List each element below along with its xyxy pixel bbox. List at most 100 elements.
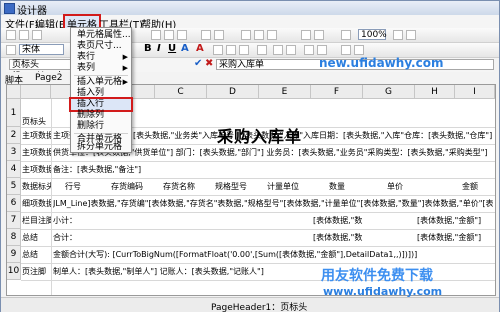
- header-price[interactable]: 单价: [387, 181, 403, 192]
- row-type-label: 数据标头: [22, 182, 51, 191]
- align-right-icon[interactable]: [267, 30, 277, 40]
- grid-line: [21, 212, 495, 213]
- align-right-text-icon[interactable]: [239, 45, 249, 55]
- cut-icon[interactable]: [151, 30, 161, 40]
- menu-item-label: 删除行: [77, 121, 105, 131]
- bold-icon[interactable]: B: [144, 43, 152, 54]
- row-type-label: 细项数据: [22, 199, 51, 208]
- merge-icon[interactable]: [304, 45, 314, 55]
- menu-item-label: 插入行: [77, 99, 105, 109]
- designer-window: 设计器 文件(F) 编辑(E) 单元格 工具栏(T) 帮助(H) 100% 宋体…: [0, 0, 500, 313]
- cell-row9[interactable]: 金额合计(大写): [CurrToBigNum([FormatFloat('0.…: [53, 249, 493, 260]
- border-icon[interactable]: [314, 30, 324, 40]
- save-icon[interactable]: [32, 30, 42, 40]
- row-header-2[interactable]: 2: [7, 127, 21, 144]
- header-item-name[interactable]: 存货名称: [163, 181, 195, 192]
- table-icon[interactable]: [341, 45, 351, 55]
- column-header-e[interactable]: E: [259, 85, 311, 99]
- open-icon[interactable]: [19, 30, 29, 40]
- header-amount[interactable]: 金额: [462, 181, 478, 192]
- column-header-f[interactable]: F: [311, 85, 363, 99]
- header-item-code[interactable]: 存货编码: [111, 181, 143, 192]
- menu-item-table-row[interactable]: 表行 ▶: [71, 52, 131, 63]
- menu-item-split-cells[interactable]: 拆分单元格: [71, 143, 131, 152]
- menu-item-label: 删除列: [77, 110, 105, 120]
- menu-item-delete-column[interactable]: 删除列: [71, 110, 131, 121]
- row-header-10[interactable]: 10: [7, 263, 21, 280]
- pen-icon[interactable]: [257, 45, 267, 55]
- total-label[interactable]: 合计：: [53, 232, 77, 243]
- total-amount[interactable]: [表体数据,"金额"]: [417, 232, 495, 243]
- column-header-i[interactable]: I: [455, 85, 495, 99]
- chart-icon[interactable]: [341, 30, 351, 40]
- font-select[interactable]: 宋体: [19, 44, 64, 55]
- menu-item-label: 单元格属性...: [77, 30, 131, 40]
- undo-icon[interactable]: [201, 30, 211, 40]
- submenu-arrow-icon: ▶: [122, 53, 128, 61]
- copy-icon[interactable]: [164, 30, 174, 40]
- row-header-9[interactable]: 9: [7, 246, 21, 263]
- align-center-text-icon[interactable]: [226, 45, 236, 55]
- row-header-5[interactable]: 5: [7, 178, 21, 195]
- column-header-h[interactable]: H: [415, 85, 455, 99]
- subtotal-qty[interactable]: [表体数据,"数: [313, 215, 363, 226]
- zoom-select[interactable]: 100%: [358, 29, 387, 40]
- print-icon[interactable]: [406, 30, 416, 40]
- grid-line: [21, 195, 495, 196]
- header-qty[interactable]: 数量: [329, 181, 345, 192]
- column-header-d[interactable]: D: [207, 85, 259, 99]
- column-header-g[interactable]: G: [363, 85, 415, 99]
- paste-icon[interactable]: [177, 30, 187, 40]
- border-style-icon[interactable]: [273, 45, 283, 55]
- subtotal-amount[interactable]: [表体数据,"金额"]: [417, 215, 495, 226]
- menu-item-insert-row[interactable]: 插入行: [69, 97, 133, 112]
- split-icon[interactable]: [317, 45, 327, 55]
- formula-icon[interactable]: [354, 45, 364, 55]
- new-icon[interactable]: [6, 30, 16, 40]
- font-color-icon[interactable]: A: [181, 43, 189, 54]
- menu-item-label: 插入列: [77, 88, 105, 98]
- menu-item-cell-properties[interactable]: 单元格属性...: [71, 30, 131, 41]
- row-header-8[interactable]: 8: [7, 229, 21, 246]
- cell-row6[interactable]: JLM_Line]表数据,"存货编"[表体数据,"存货名"表数据,"规格型号"[…: [53, 198, 493, 209]
- line-icon[interactable]: [286, 45, 296, 55]
- header-unit[interactable]: 计量单位: [267, 181, 299, 192]
- menu-item-delete-row[interactable]: 删除行: [71, 121, 131, 132]
- row-header-7[interactable]: 7: [7, 212, 21, 229]
- menu-item-page-size[interactable]: 表页尺寸...: [71, 41, 131, 52]
- row-type-label: 主项数据: [22, 165, 51, 174]
- preview-icon[interactable]: [393, 30, 403, 40]
- row-type-label: 页注脚: [22, 267, 46, 276]
- menu-item-table-column[interactable]: 表列 ▶: [71, 63, 131, 74]
- redo-icon[interactable]: [214, 30, 224, 40]
- grid-line: [21, 178, 495, 179]
- row-header-3[interactable]: 3: [7, 144, 21, 161]
- grid-icon[interactable]: [301, 30, 311, 40]
- cell-row4[interactable]: 备注：[表头数据,"备注"]: [53, 164, 493, 175]
- align-center-icon[interactable]: [254, 30, 264, 40]
- align-left-text-icon[interactable]: [213, 45, 223, 55]
- header-line-no[interactable]: 行号: [65, 181, 81, 192]
- column-header-c[interactable]: C: [155, 85, 207, 99]
- menu-item-insert-column[interactable]: 插入列: [71, 88, 131, 99]
- align-left-icon[interactable]: [241, 30, 251, 40]
- row-header-1[interactable]: 1: [7, 99, 21, 127]
- cancel-icon[interactable]: ✖: [205, 58, 213, 69]
- row-header-6[interactable]: 6: [7, 195, 21, 212]
- column-header-rowtype[interactable]: [21, 85, 51, 99]
- subtotal-label[interactable]: 小计：: [53, 215, 77, 226]
- select-icon[interactable]: [6, 45, 16, 55]
- underline-icon[interactable]: U: [168, 43, 176, 54]
- total-qty[interactable]: [表体数据,"数: [313, 232, 363, 243]
- corner-cell[interactable]: [7, 85, 21, 99]
- tab-page2[interactable]: Page2: [35, 73, 63, 83]
- check-icon[interactable]: ✔: [194, 58, 202, 69]
- fill-color-icon[interactable]: A: [196, 43, 204, 54]
- menu-item-insert-cell[interactable]: 插入单元格 ▶: [71, 77, 131, 88]
- grid-line: [21, 229, 495, 230]
- italic-icon[interactable]: I: [157, 43, 161, 54]
- row-header-4[interactable]: 4: [7, 161, 21, 178]
- watermark-url-bottom: www.ufidawhy.com: [323, 285, 443, 298]
- cell-menu-dropdown: 单元格属性... 表页尺寸... 表行 ▶ 表列 ▶ 插入单元格 ▶ 插入列 插入行 …: [69, 27, 133, 153]
- header-spec[interactable]: 规格型号: [215, 181, 247, 192]
